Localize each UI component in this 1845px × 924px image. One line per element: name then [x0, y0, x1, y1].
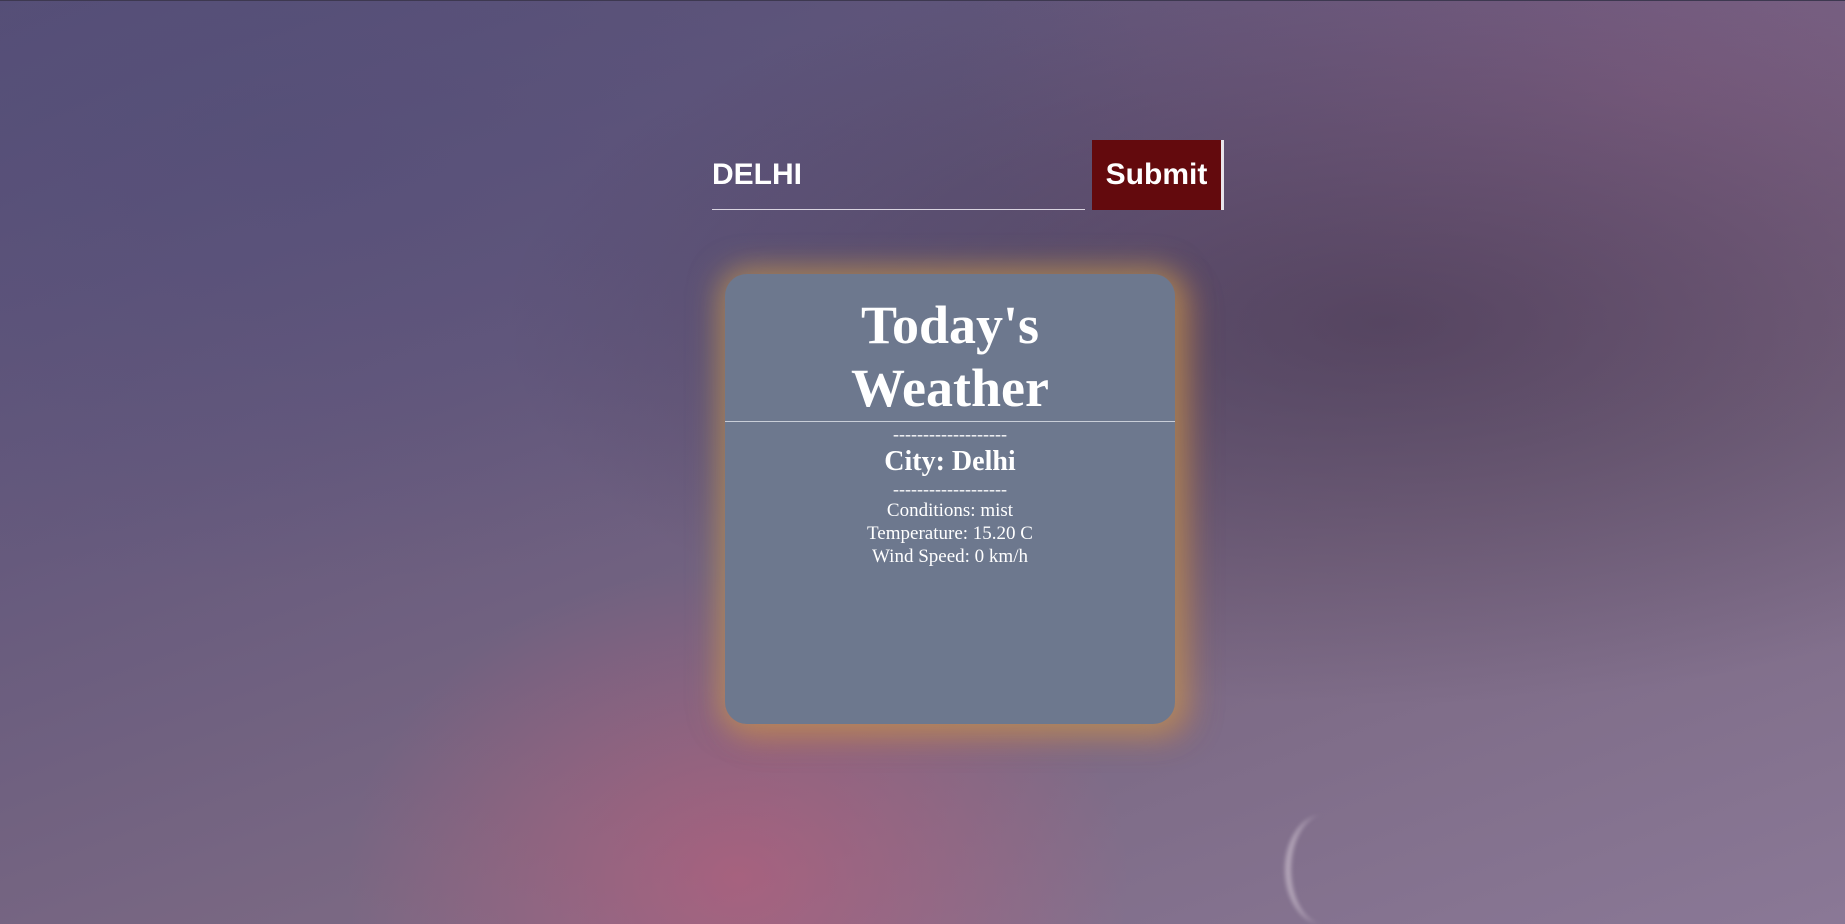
- top-border: [0, 0, 1845, 1]
- wind-speed-text: Wind Speed: 0 km/h: [872, 546, 1028, 567]
- search-bar: Submit: [712, 140, 1224, 212]
- card-body: ------------------- City: Delhi --------…: [725, 422, 1175, 568]
- background-moon: [1285, 815, 1361, 924]
- divider-top: -------------------: [893, 424, 1007, 444]
- city-input[interactable]: [712, 140, 1085, 210]
- city-name: City: Delhi: [884, 446, 1016, 477]
- card-title: Today's Weather: [725, 274, 1175, 422]
- conditions-text: Conditions: mist: [886, 500, 1014, 521]
- submit-button[interactable]: Submit: [1092, 140, 1224, 210]
- temperature-text: Temperature: 15.20 C: [867, 523, 1033, 544]
- divider-bottom: -------------------: [893, 479, 1007, 499]
- card-title-line2: Weather: [851, 358, 1049, 418]
- weather-card: Today's Weather ------------------- City:…: [725, 274, 1175, 724]
- card-title-line1: Today's: [860, 295, 1040, 355]
